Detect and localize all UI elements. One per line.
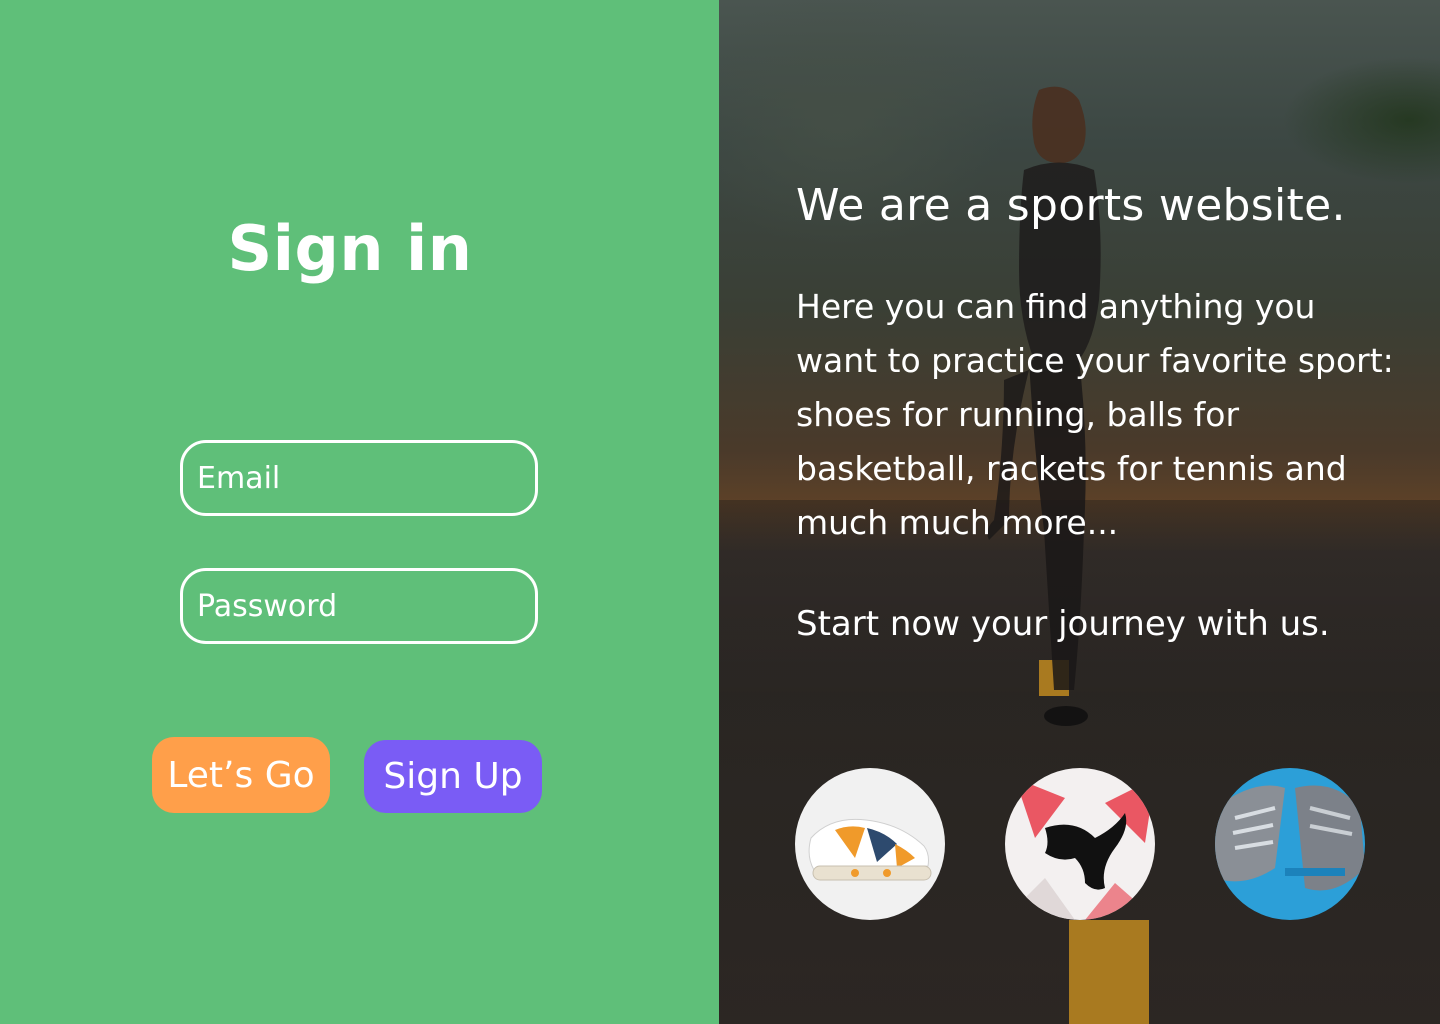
email-field[interactable]: Email — [180, 440, 538, 516]
promo-panel: We are a sports website. Here you can fi… — [719, 0, 1440, 1024]
ball-icon[interactable] — [1005, 768, 1155, 920]
promo-headline: We are a sports website. — [796, 180, 1346, 231]
running-shoes-icon[interactable] — [1215, 768, 1365, 920]
sign-in-page: Sign in Email Password Let’s Go Sign Up … — [0, 0, 1440, 1024]
password-field[interactable]: Password — [180, 568, 538, 644]
sneaker-icon[interactable] — [795, 768, 945, 920]
road-line — [1069, 920, 1149, 1024]
email-placeholder: Email — [197, 460, 281, 496]
password-placeholder: Password — [197, 588, 338, 624]
promo-cta: Start now your journey with us. — [796, 604, 1330, 644]
promo-description: Here you can find anything you want to p… — [796, 287, 1394, 542]
sign-in-panel: Sign in Email Password Let’s Go Sign Up — [0, 0, 719, 1024]
page-title: Sign in — [227, 212, 473, 285]
lets-go-button[interactable]: Let’s Go — [152, 737, 330, 813]
sign-up-button[interactable]: Sign Up — [364, 740, 542, 813]
